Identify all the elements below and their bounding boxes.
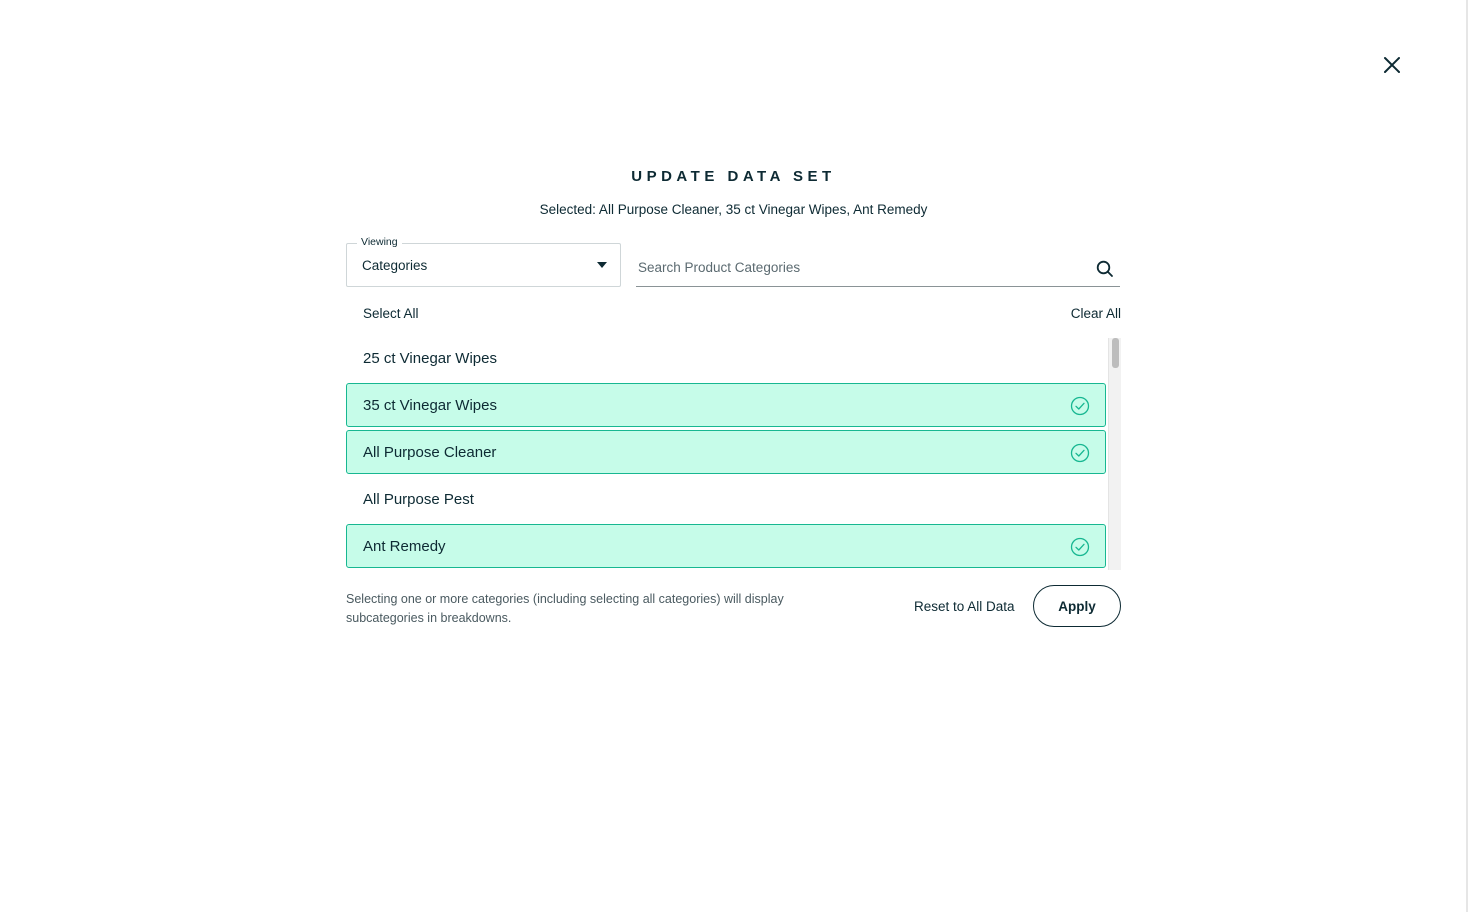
- breakdown-note: Selecting one or more categories (includ…: [346, 592, 784, 625]
- check-circle-icon: [1070, 537, 1090, 557]
- filter-controls: Viewing Categories: [346, 236, 1121, 287]
- category-item-label: 25 ct Vinegar Wipes: [363, 350, 497, 367]
- category-item-label: Ant Remedy: [363, 538, 446, 555]
- check-circle-icon: [1070, 443, 1090, 463]
- category-item[interactable]: 35 ct Vinegar Wipes: [346, 383, 1106, 427]
- category-item-label: All Purpose Pest: [363, 491, 474, 508]
- clear-all-button[interactable]: Clear All: [1071, 306, 1121, 321]
- update-data-set-modal: UPDATE DATA SET Selected: All Purpose Cl…: [346, 160, 1121, 627]
- category-item[interactable]: Ant Remedy: [346, 524, 1106, 568]
- caret-down-icon: [597, 262, 607, 268]
- apply-button[interactable]: Apply: [1033, 585, 1121, 627]
- modal-footer: Selecting one or more categories (includ…: [346, 585, 1121, 632]
- search-icon[interactable]: [1096, 260, 1114, 278]
- close-button[interactable]: [1379, 52, 1405, 78]
- viewing-select[interactable]: Viewing Categories: [346, 236, 621, 287]
- reset-to-all-data-button[interactable]: Reset to All Data: [914, 599, 1015, 614]
- search-field: [636, 243, 1120, 287]
- list-scrollbar[interactable]: [1108, 338, 1121, 570]
- bulk-actions: Select All Clear All: [346, 306, 1121, 324]
- viewing-legend: Viewing: [357, 236, 402, 248]
- modal-title: UPDATE DATA SET: [631, 168, 836, 185]
- category-item[interactable]: 25 ct Vinegar Wipes: [346, 336, 1106, 380]
- page: UPDATE DATA SET Selected: All Purpose Cl…: [0, 0, 1468, 912]
- category-list: 25 ct Vinegar Wipes 35 ct Vinegar Wipes Al…: [346, 336, 1106, 570]
- search-input[interactable]: [636, 255, 1080, 279]
- close-icon: [1384, 57, 1400, 73]
- category-item-label: All Purpose Cleaner: [363, 444, 497, 461]
- category-list-container: 25 ct Vinegar Wipes 35 ct Vinegar Wipes Al…: [346, 336, 1121, 570]
- category-item-label: 35 ct Vinegar Wipes: [363, 397, 497, 414]
- category-item[interactable]: All Purpose Cleaner: [346, 430, 1106, 474]
- category-item[interactable]: All Purpose Pest: [346, 477, 1106, 521]
- select-all-button[interactable]: Select All: [363, 306, 419, 321]
- scroll-thumb[interactable]: [1112, 338, 1119, 368]
- check-circle-icon: [1070, 396, 1090, 416]
- viewing-value: Categories: [362, 258, 428, 273]
- selected-summary: Selected: All Purpose Cleaner, 35 ct Vin…: [539, 202, 928, 217]
